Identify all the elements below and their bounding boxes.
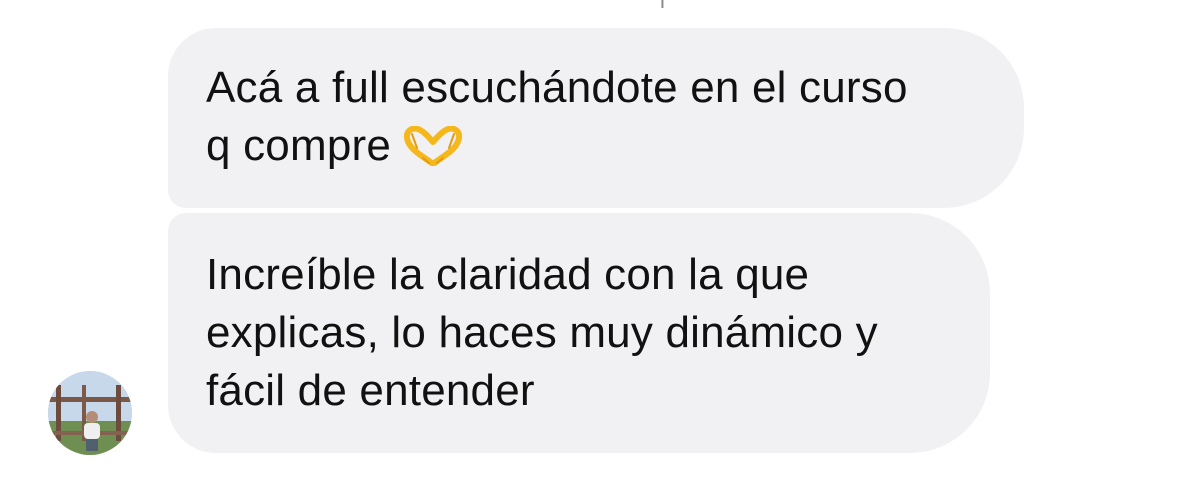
message-text-line: fácil de entender: [206, 366, 535, 415]
message-text-line: Acá a full escuchándote en el curso: [206, 63, 908, 112]
message-bubble[interactable]: Acá a full escuchándote en el curso q co…: [168, 28, 1024, 208]
message-text-line: q compre: [206, 117, 1024, 175]
previous-message-fragment: ǰ: [660, 0, 700, 8]
avatar-photo-icon: [48, 371, 132, 455]
message-thread: ǰ Acá a full escuchándote en el curso q …: [0, 0, 1179, 490]
message-text-line: explicas, lo haces muy dinámico y: [206, 308, 878, 357]
message-text: q compre: [206, 121, 392, 170]
heart-hands-emoji-icon: [403, 123, 463, 167]
message-text-line: Increíble la claridad con la que: [206, 250, 810, 299]
sender-avatar[interactable]: [48, 371, 132, 455]
message-bubble[interactable]: Increíble la claridad con la que explica…: [168, 213, 990, 453]
